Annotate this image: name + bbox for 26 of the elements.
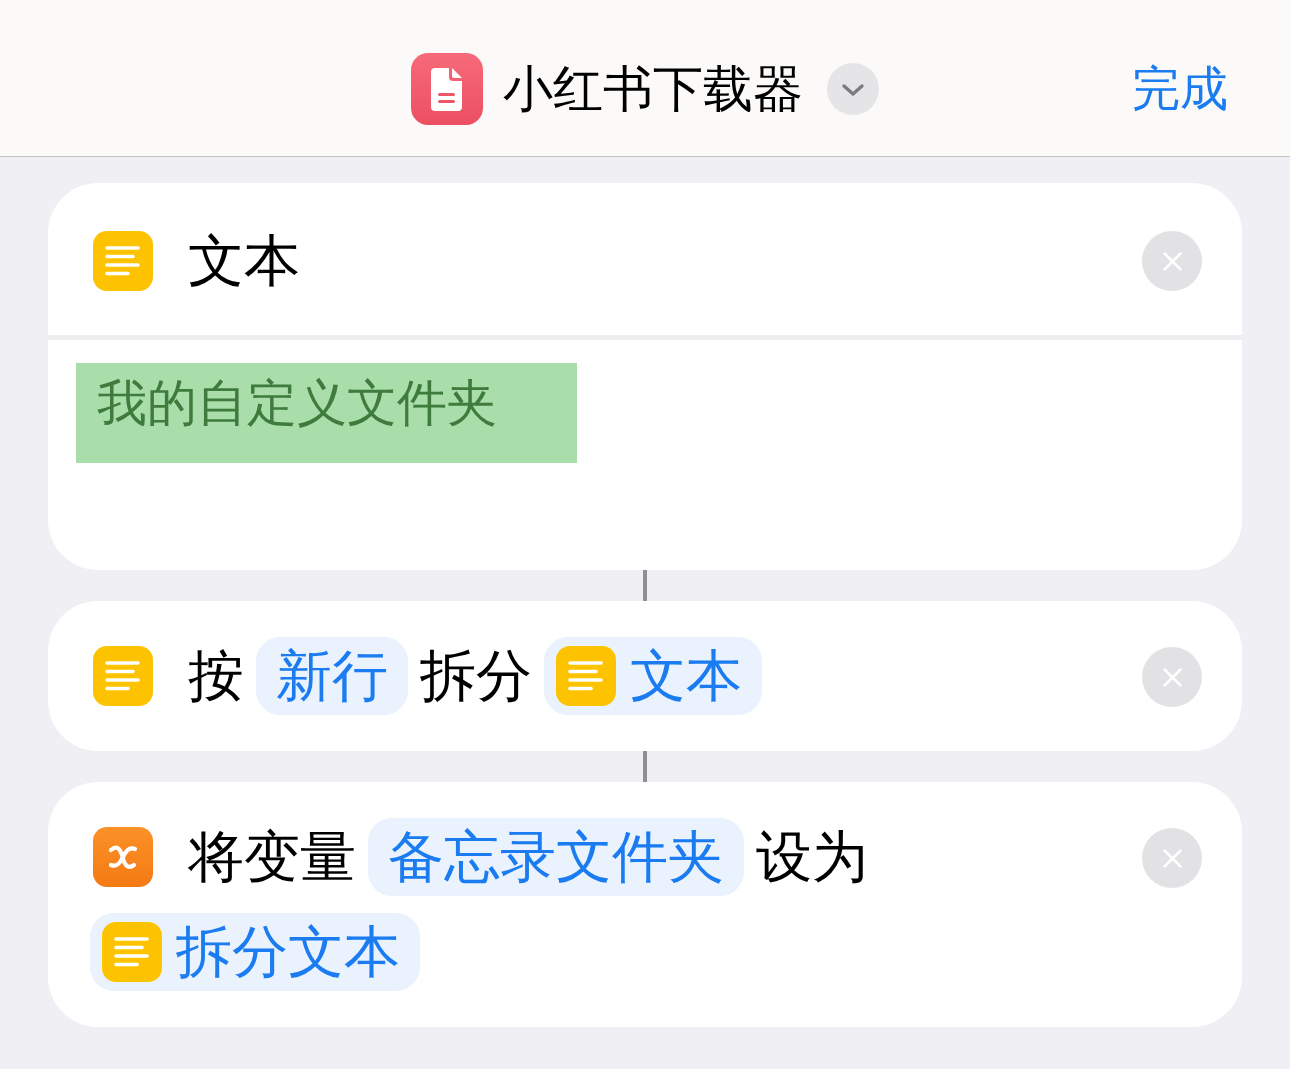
variable-token[interactable]: 拆分文本 <box>90 913 420 991</box>
close-icon <box>1161 250 1183 272</box>
done-button[interactable]: 完成 <box>1132 56 1228 120</box>
text-lines-icon <box>556 646 616 706</box>
action-label: 拆分 <box>420 642 532 710</box>
text-lines-icon <box>93 646 153 706</box>
parameter-token[interactable]: 新行 <box>256 637 408 715</box>
action-title: 文本 <box>188 227 300 295</box>
title-menu-button[interactable] <box>827 63 879 115</box>
italic-x-icon <box>93 827 153 887</box>
parameter-token[interactable]: 备忘录文件夹 <box>368 818 744 896</box>
remove-action-button[interactable] <box>1142 828 1202 888</box>
remove-action-button[interactable] <box>1142 647 1202 707</box>
text-lines-icon <box>102 922 162 982</box>
variable-token[interactable]: 文本 <box>544 637 762 715</box>
action-label: 按 <box>188 642 244 710</box>
document-icon <box>411 53 483 125</box>
action-label: 设为 <box>756 823 868 891</box>
close-icon <box>1161 666 1183 688</box>
highlighted-text: 我的自定义文件夹 <box>76 363 577 463</box>
chevron-down-icon <box>841 83 865 97</box>
remove-action-button[interactable] <box>1142 231 1202 291</box>
action-label: 将变量 <box>188 823 356 891</box>
close-icon <box>1161 847 1183 869</box>
shortcut-title: 小红书下载器 <box>503 59 803 120</box>
text-lines-icon <box>93 231 153 291</box>
